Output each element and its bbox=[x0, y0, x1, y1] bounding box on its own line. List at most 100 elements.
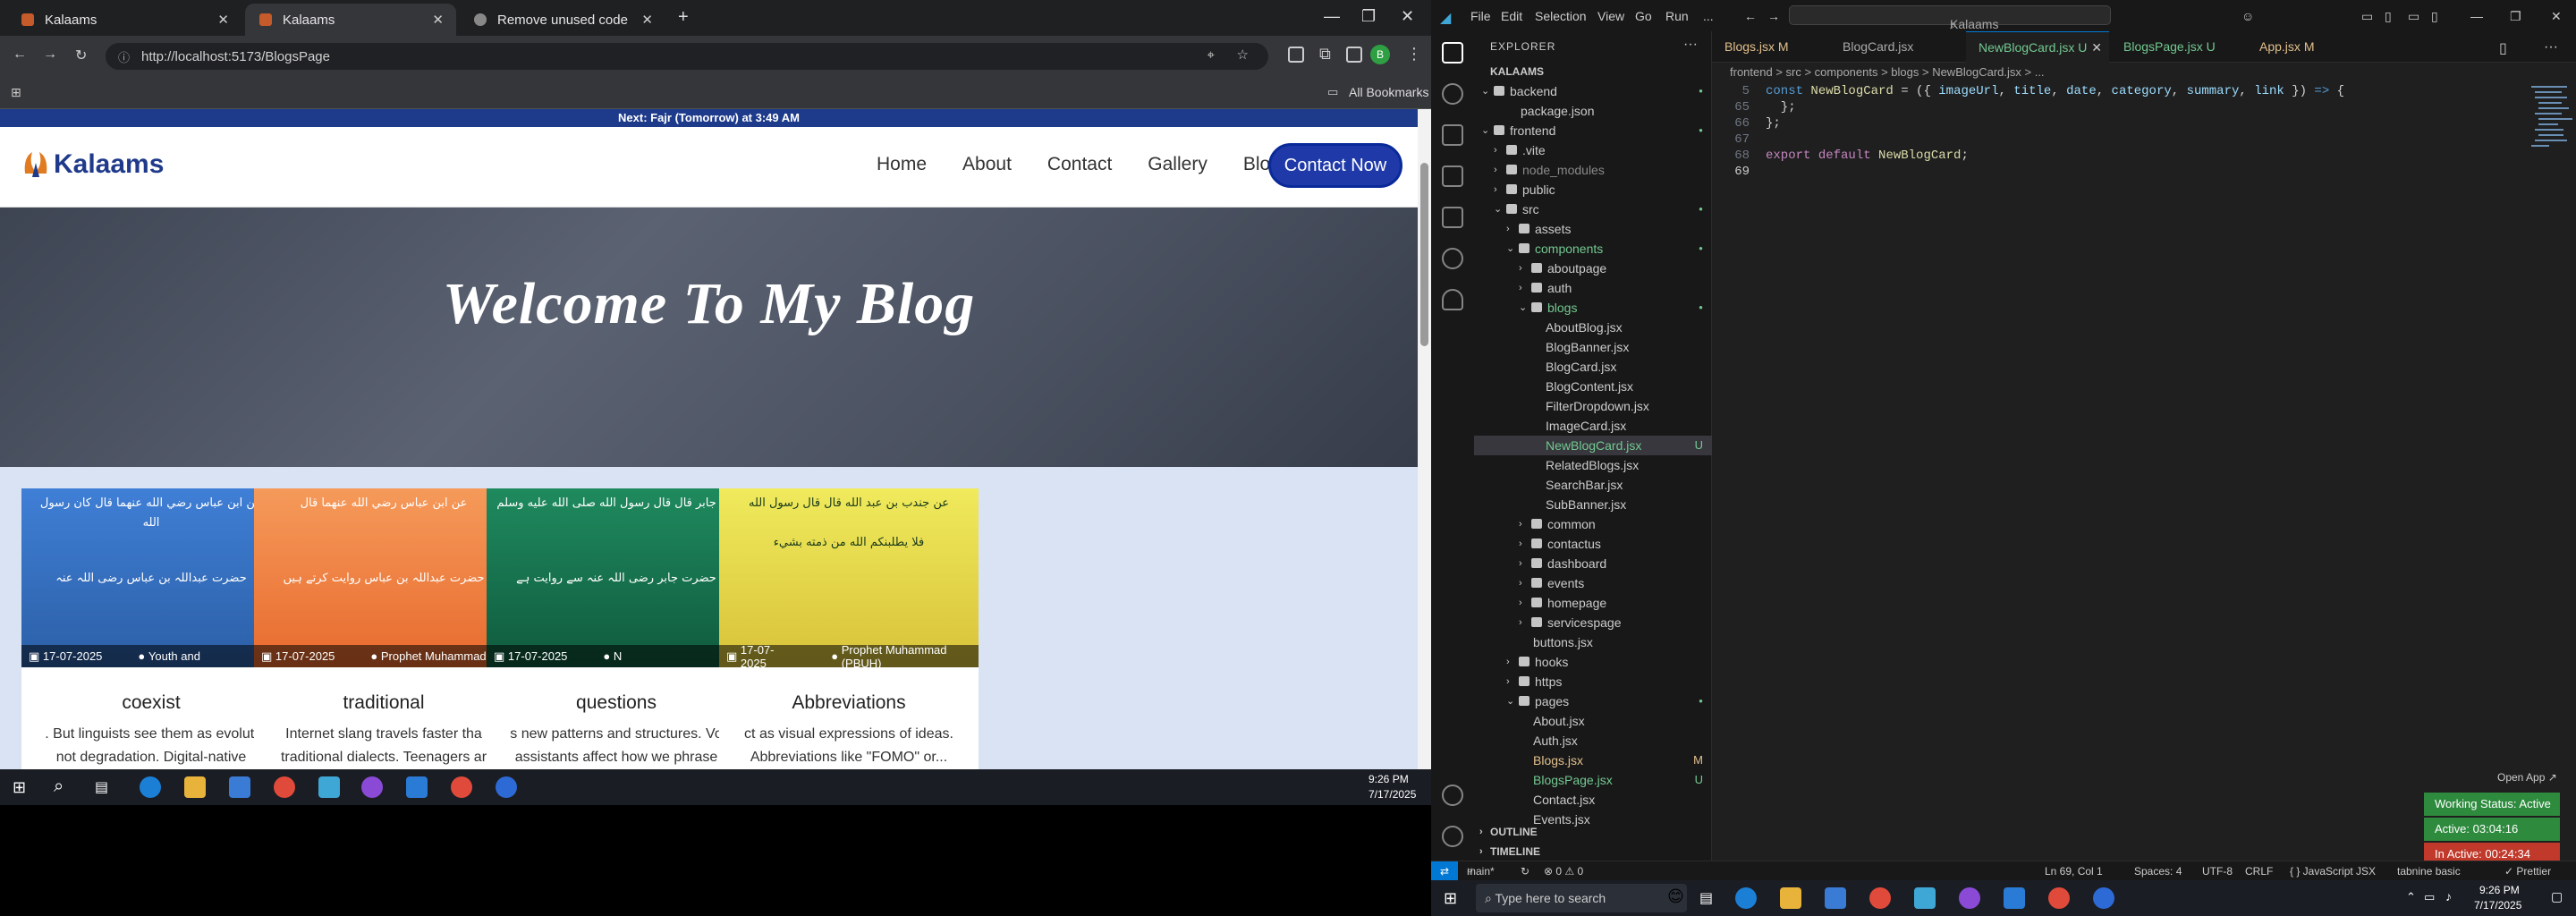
menu-edit[interactable]: Edit bbox=[1501, 9, 1522, 23]
chevron-right-icon[interactable]: › bbox=[1519, 554, 1522, 573]
tree-folder[interactable]: › aboutpage bbox=[1474, 259, 1712, 278]
chevron-down-icon[interactable]: ⌄ bbox=[1481, 81, 1489, 101]
tree-folder[interactable]: › https bbox=[1474, 672, 1712, 691]
blog-card[interactable]: عن جابر قال قال رسول الله صلى الله عليه … bbox=[487, 488, 746, 771]
tree-folder[interactable]: › dashboard bbox=[1474, 554, 1712, 573]
taskbar-search-input[interactable]: ⌕ Type here to search bbox=[1476, 884, 1687, 912]
windows-start-icon[interactable]: ⊞ bbox=[13, 778, 26, 797]
blog-card[interactable]: عن ابن عباس رضي الله عنهما قال حضرت عبدا… bbox=[254, 488, 513, 771]
chevron-down-icon[interactable]: ⌄ bbox=[1494, 199, 1502, 219]
language-status[interactable]: { } JavaScript JSX bbox=[2290, 861, 2376, 881]
new-tab-button[interactable]: + bbox=[678, 7, 689, 28]
tree-folder[interactable]: › node_modules bbox=[1474, 160, 1712, 180]
vscode-icon[interactable] bbox=[2004, 887, 2025, 909]
toggle-sidebar-icon[interactable]: ▯ bbox=[2385, 9, 2392, 24]
prettier-status[interactable]: ✓ Prettier bbox=[2504, 861, 2551, 881]
browser-tab-2[interactable]: Kalaams ✕ bbox=[245, 4, 456, 36]
tree-file[interactable]: RelatedBlogs.jsx bbox=[1474, 455, 1712, 475]
zoom-icon[interactable] bbox=[496, 776, 517, 798]
editor-tab[interactable]: BlogCard.jsx bbox=[1830, 31, 1964, 63]
search-icon[interactable]: ⌕ bbox=[54, 776, 64, 797]
gear-icon[interactable] bbox=[1442, 826, 1463, 847]
close-tab-icon[interactable]: ✕ bbox=[641, 12, 653, 28]
tree-file[interactable]: BlogContent.jsx bbox=[1474, 377, 1712, 396]
network-icon[interactable]: ▭ bbox=[2424, 890, 2435, 904]
more-actions-icon[interactable]: ··· bbox=[1683, 37, 1698, 53]
tray-chevron-icon[interactable]: ⌃ bbox=[2406, 890, 2416, 904]
chrome-icon[interactable] bbox=[2048, 887, 2070, 909]
eol-status[interactable]: CRLF bbox=[2245, 861, 2273, 881]
file-explorer-icon[interactable] bbox=[1780, 887, 1801, 909]
tree-folder[interactable]: › hooks bbox=[1474, 652, 1712, 672]
tab-search-icon[interactable] bbox=[1346, 47, 1362, 63]
task-view-icon[interactable]: ▤ bbox=[95, 778, 108, 796]
site-logo[interactable]: Kalaams bbox=[20, 147, 164, 182]
tree-folder[interactable]: ⌄ pages ● bbox=[1474, 691, 1712, 711]
store-icon[interactable] bbox=[229, 776, 250, 798]
emoji-widget-icon[interactable]: 😊 bbox=[1667, 887, 1684, 906]
code-editor[interactable]: 5 const NewBlogCard = ({ imageUrl, title… bbox=[1712, 82, 2576, 852]
cursor-position[interactable]: Ln 69, Col 1 bbox=[2045, 861, 2103, 881]
page-scrollbar[interactable] bbox=[1418, 109, 1431, 771]
chevron-right-icon[interactable]: › bbox=[1519, 593, 1522, 613]
timeline-section[interactable]: › TIMELINE bbox=[1474, 842, 1712, 861]
outline-section[interactable]: › OUTLINE bbox=[1474, 822, 1712, 842]
nav-about[interactable]: About bbox=[962, 154, 1012, 175]
menu-go[interactable]: Go bbox=[1635, 9, 1652, 23]
tree-file[interactable]: SubBanner.jsx bbox=[1474, 495, 1712, 514]
copilot-icon[interactable]: ☺ bbox=[2241, 9, 2254, 23]
close-window-icon[interactable]: ✕ bbox=[2551, 9, 2562, 24]
menu-selection[interactable]: Selection bbox=[1535, 9, 1587, 23]
browser-tab-1[interactable]: Kalaams ✕ bbox=[7, 4, 242, 36]
breadcrumb[interactable]: frontend > src > components > blogs > Ne… bbox=[1712, 63, 2576, 82]
all-bookmarks-link[interactable]: All Bookmarks bbox=[1349, 85, 1428, 99]
more-actions-icon[interactable]: ··· bbox=[2544, 39, 2558, 55]
forward-icon[interactable]: → bbox=[43, 47, 57, 63]
blog-card[interactable]: عن جندب بن عبد الله قال قال رسول الله فل… bbox=[719, 488, 979, 771]
tree-file[interactable]: package.json bbox=[1474, 101, 1712, 121]
edge-icon[interactable] bbox=[1735, 887, 1757, 909]
extension-icon[interactable] bbox=[1288, 47, 1304, 63]
editor-tab[interactable]: BlogsPage.jsx U bbox=[2111, 31, 2245, 63]
nav-gallery[interactable]: Gallery bbox=[1148, 154, 1208, 175]
tree-folder[interactable]: › homepage bbox=[1474, 593, 1712, 613]
chevron-right-icon[interactable]: › bbox=[1519, 613, 1522, 632]
tree-file[interactable]: BlogsPage.jsx U bbox=[1474, 770, 1712, 790]
tree-folder[interactable]: › assets bbox=[1474, 219, 1712, 239]
tree-folder[interactable]: ⌄ components ● bbox=[1474, 239, 1712, 259]
menu-kebab-icon[interactable]: ⋮ bbox=[1406, 45, 1422, 64]
tree-folder[interactable]: › events bbox=[1474, 573, 1712, 593]
tree-folder[interactable]: › .vite bbox=[1474, 140, 1712, 160]
tree-file[interactable]: Contact.jsx bbox=[1474, 790, 1712, 810]
restore-icon[interactable]: ❐ bbox=[2510, 9, 2521, 24]
menu-more[interactable]: ... bbox=[1703, 9, 1714, 23]
nav-contact[interactable]: Contact bbox=[1047, 154, 1112, 175]
tree-folder[interactable]: › servicespage bbox=[1474, 613, 1712, 632]
explorer-icon[interactable] bbox=[1442, 42, 1463, 64]
close-tab-icon[interactable]: ✕ bbox=[2091, 32, 2102, 64]
open-app-link[interactable]: Open App ↗ bbox=[2497, 771, 2557, 784]
toggle-secondary-icon[interactable]: ▯ bbox=[2431, 9, 2438, 24]
sync-icon[interactable]: ↻ bbox=[1521, 861, 1530, 881]
chevron-right-icon[interactable]: › bbox=[1519, 573, 1522, 593]
tree-file[interactable]: NewBlogCard.jsx U bbox=[1474, 436, 1712, 455]
source-control-icon[interactable] bbox=[1442, 124, 1463, 146]
problems-status[interactable]: ⊗ 0 ⚠ 0 bbox=[1544, 861, 1583, 881]
minimize-icon[interactable]: — bbox=[2470, 9, 2483, 23]
back-icon[interactable]: ← bbox=[13, 47, 27, 63]
split-editor-icon[interactable]: ▯ bbox=[2499, 39, 2507, 57]
indent-status[interactable]: Spaces: 4 bbox=[2134, 861, 2182, 881]
search-icon[interactable] bbox=[1442, 83, 1463, 105]
tree-file[interactable]: Blogs.jsx M bbox=[1474, 751, 1712, 770]
chevron-down-icon[interactable]: ⌄ bbox=[1519, 298, 1527, 318]
tree-file[interactable]: About.jsx bbox=[1474, 711, 1712, 731]
apps-grid-icon[interactable]: ⊞ bbox=[11, 85, 21, 100]
tree-file[interactable]: ImageCard.jsx bbox=[1474, 416, 1712, 436]
minimize-icon[interactable]: — bbox=[1324, 7, 1340, 26]
close-window-icon[interactable]: ✕ bbox=[1401, 7, 1414, 26]
chevron-right-icon[interactable]: › bbox=[1506, 219, 1510, 239]
tree-folder[interactable]: ⌄ src ● bbox=[1474, 199, 1712, 219]
extensions-icon[interactable] bbox=[1442, 207, 1463, 228]
layout-icon[interactable]: ▭ bbox=[2361, 9, 2373, 24]
vscode-icon[interactable] bbox=[406, 776, 428, 798]
